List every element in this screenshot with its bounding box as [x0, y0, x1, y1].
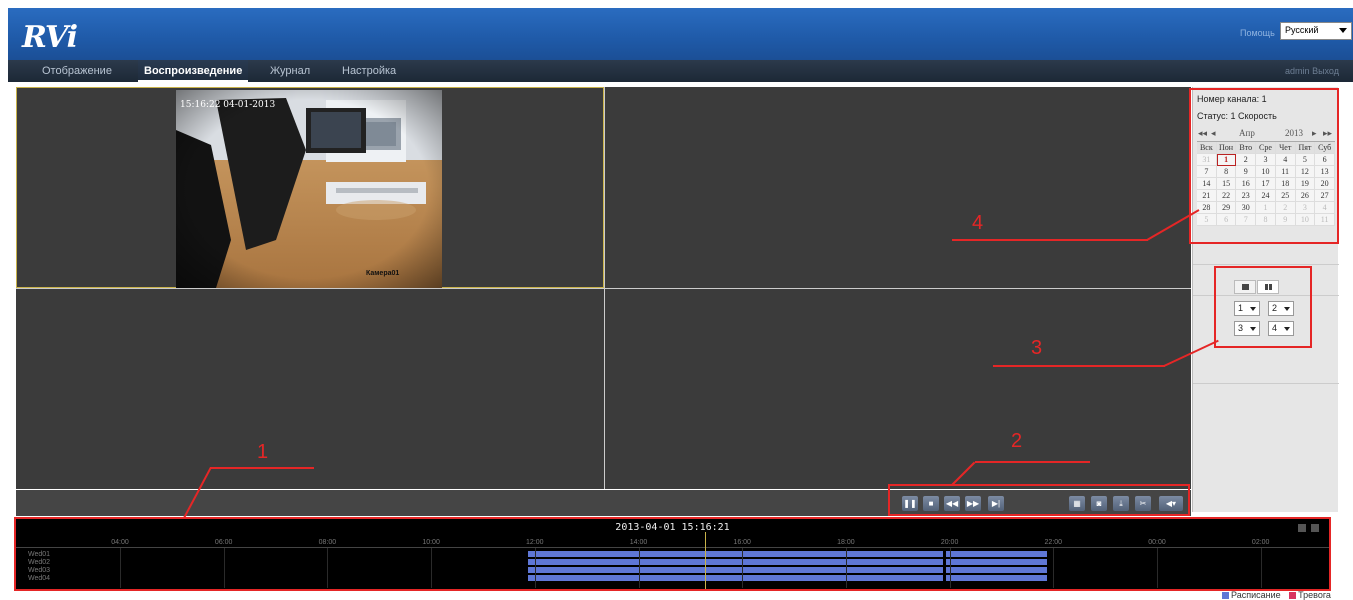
tab-playback[interactable]: Воспроизведение — [138, 60, 249, 82]
camera-frame: 15:16:22 04-01-2013 Камера01 — [176, 90, 442, 288]
annotation-box-3 — [1214, 266, 1312, 348]
annotation-box-1 — [14, 517, 1331, 591]
camera-name-overlay: Камера01 — [366, 270, 400, 277]
legend-schedule: Расписание — [1231, 590, 1281, 600]
video-pane-3[interactable] — [16, 289, 604, 489]
annotation-number-3: 3 — [1031, 337, 1043, 359]
video-pane-4[interactable] — [605, 289, 1191, 489]
chevron-down-icon — [1339, 28, 1347, 33]
camera-image — [176, 90, 442, 288]
legend-alarm: Тревога — [1298, 590, 1331, 600]
video-timestamp-overlay: 15:16:22 04-01-2013 — [180, 100, 276, 110]
language-select[interactable]: Русский — [1280, 22, 1352, 40]
annotation-line-3 — [993, 365, 1165, 367]
annotation-box-2 — [888, 484, 1190, 516]
timeline-legend: Расписание Тревога — [1222, 590, 1331, 600]
video-pane-2[interactable] — [605, 87, 1191, 288]
tab-settings[interactable]: Настройка — [336, 60, 402, 82]
header-bar: RVi Помощь Русский — [8, 8, 1353, 60]
annotation-line-1 — [210, 467, 314, 469]
annotation-box-4 — [1189, 88, 1339, 244]
annotation-number-4: 4 — [972, 212, 984, 234]
language-value: Русский — [1285, 25, 1319, 35]
annotation-line-4 — [952, 239, 1148, 241]
alarm-swatch — [1289, 591, 1297, 599]
main-nav: Отображение Воспроизведение Журнал Настр… — [8, 60, 1353, 82]
schedule-swatch — [1222, 591, 1229, 599]
annotation-line-2 — [975, 461, 1090, 463]
user-area: admin Выход — [1285, 60, 1339, 82]
logo: RVi — [22, 20, 78, 55]
annotation-number-1: 1 — [257, 441, 269, 463]
logout-link[interactable]: Выход — [1312, 66, 1339, 76]
video-grid: 15:16:22 04-01-2013 Камера01 — [16, 87, 1191, 489]
tab-live-view[interactable]: Отображение — [36, 60, 118, 82]
help-link[interactable]: Помощь — [1240, 28, 1275, 38]
video-pane-1[interactable]: 15:16:22 04-01-2013 Камера01 — [16, 87, 604, 288]
username: admin — [1285, 66, 1310, 76]
tab-log[interactable]: Журнал — [264, 60, 316, 82]
annotation-number-2: 2 — [1011, 430, 1023, 452]
